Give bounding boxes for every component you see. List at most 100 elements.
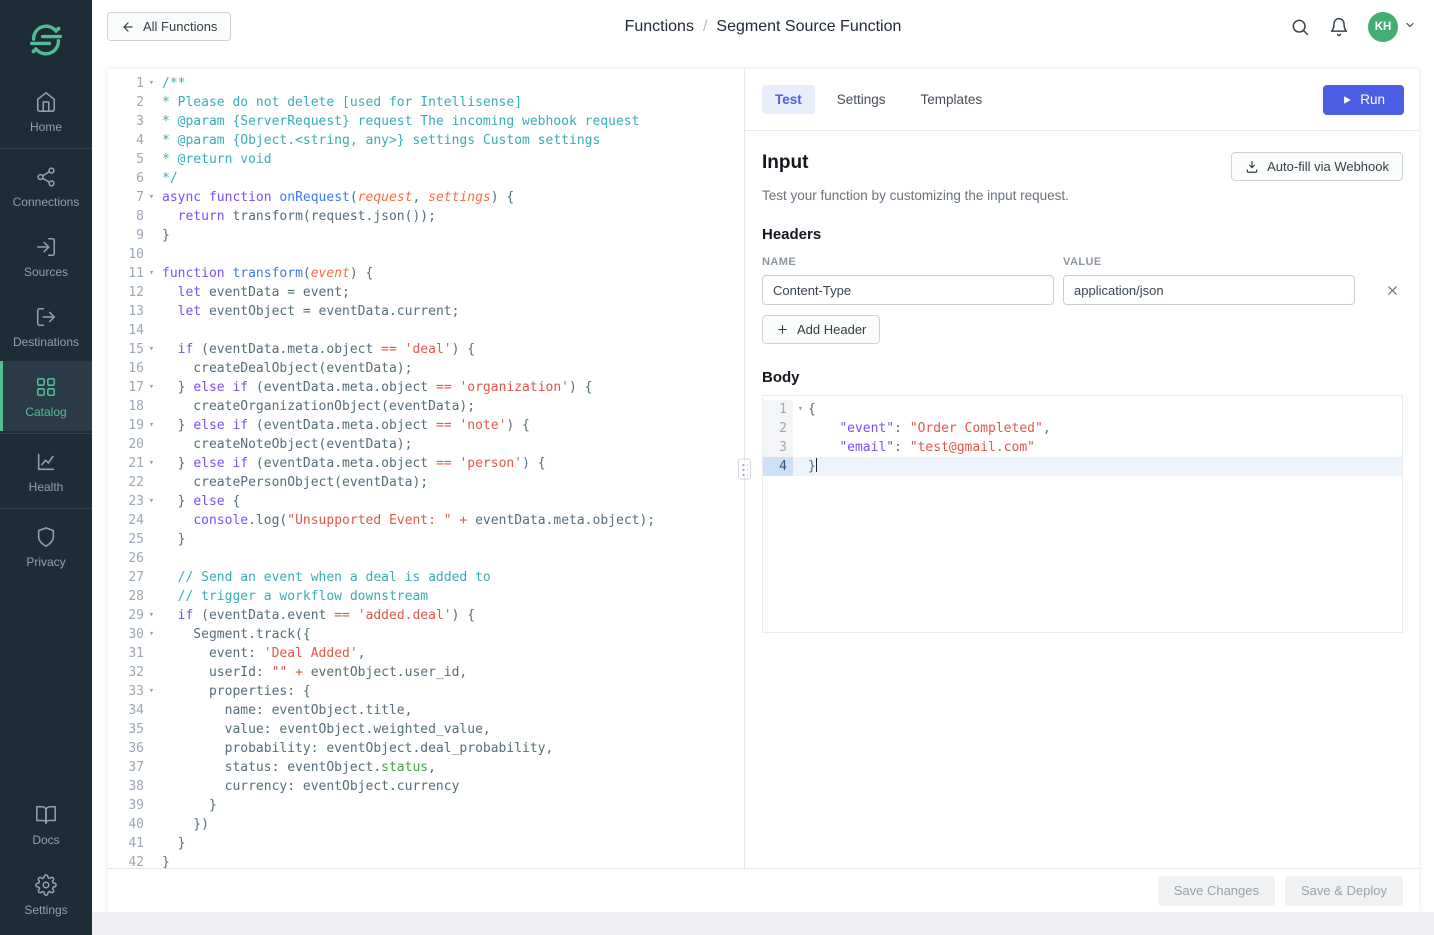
- code-line[interactable]: 38 currency: eventObject.currency: [108, 777, 744, 796]
- code-text[interactable]: // Send an event when a deal is added to: [159, 568, 491, 587]
- code-line[interactable]: 32 userId: "" + eventObject.user_id,: [108, 663, 744, 682]
- code-text[interactable]: "email": "test@gmail.com": [808, 438, 1035, 457]
- body-editor[interactable]: 1▾{2 "event": "Order Completed",3 "email…: [762, 395, 1403, 633]
- code-text[interactable]: }: [159, 796, 217, 815]
- all-functions-button[interactable]: All Functions: [107, 12, 231, 41]
- line-number[interactable]: 31: [108, 644, 144, 663]
- code-text[interactable]: * @param {Object.<string, any>} settings…: [159, 131, 600, 150]
- code-text[interactable]: }: [159, 530, 185, 549]
- code-line[interactable]: 41 }: [108, 834, 744, 853]
- line-number[interactable]: 38: [108, 777, 144, 796]
- code-text[interactable]: createOrganizationObject(eventData);: [159, 397, 475, 416]
- line-number[interactable]: 24: [108, 511, 144, 530]
- fold-toggle-icon[interactable]: ▾: [793, 400, 808, 419]
- line-number[interactable]: 39: [108, 796, 144, 815]
- line-number[interactable]: 16: [108, 359, 144, 378]
- code-line[interactable]: 28 // trigger a workflow downstream: [108, 587, 744, 606]
- code-text[interactable]: probability: eventObject.deal_probabilit…: [159, 739, 553, 758]
- code-line[interactable]: 35 value: eventObject.weighted_value,: [108, 720, 744, 739]
- tab-templates[interactable]: Templates: [908, 85, 996, 114]
- sidebar-item-destinations[interactable]: Destinations: [0, 291, 92, 361]
- code-line[interactable]: 19▾ } else if (eventData.meta.object == …: [108, 416, 744, 435]
- code-text[interactable]: currency: eventObject.currency: [159, 777, 459, 796]
- line-number[interactable]: 1: [108, 74, 144, 93]
- autofill-webhook-button[interactable]: Auto-fill via Webhook: [1231, 152, 1403, 181]
- fold-toggle-icon[interactable]: ▾: [144, 625, 159, 644]
- search-button[interactable]: [1290, 17, 1310, 37]
- line-number[interactable]: 18: [108, 397, 144, 416]
- code-line[interactable]: 4 * @param {Object.<string, any>} setting…: [108, 131, 744, 150]
- line-number[interactable]: 32: [108, 663, 144, 682]
- code-text[interactable]: /**: [159, 74, 185, 93]
- code-line[interactable]: 40 }): [108, 815, 744, 834]
- line-number[interactable]: 26: [108, 549, 144, 568]
- code-text[interactable]: } else if (eventData.meta.object == 'org…: [159, 378, 593, 397]
- account-menu[interactable]: KH: [1368, 12, 1416, 42]
- code-text[interactable]: return transform(request.json());: [159, 207, 436, 226]
- save-changes-button[interactable]: Save Changes: [1158, 876, 1275, 906]
- code-text[interactable]: {: [808, 400, 816, 419]
- code-line[interactable]: 33▾ properties: {: [108, 682, 744, 701]
- code-line[interactable]: 13 let eventObject = eventData.current;: [108, 302, 744, 321]
- segment-logo[interactable]: [0, 0, 92, 76]
- code-line[interactable]: 31 event: 'Deal Added',: [108, 644, 744, 663]
- line-number[interactable]: 27: [108, 568, 144, 587]
- code-line[interactable]: 17▾ } else if (eventData.meta.object == …: [108, 378, 744, 397]
- line-number[interactable]: 33: [108, 682, 144, 701]
- line-number[interactable]: 10: [108, 245, 144, 264]
- code-line[interactable]: 34 name: eventObject.title,: [108, 701, 744, 720]
- fold-toggle-icon[interactable]: ▾: [144, 74, 159, 93]
- fold-toggle-icon[interactable]: ▾: [144, 188, 159, 207]
- sidebar-item-home[interactable]: Home: [0, 76, 92, 146]
- fold-toggle-icon[interactable]: ▾: [144, 264, 159, 283]
- code-text[interactable]: function transform(event) {: [159, 264, 373, 283]
- code-text[interactable]: let eventObject = eventData.current;: [159, 302, 459, 321]
- code-line[interactable]: 18 createOrganizationObject(eventData);: [108, 397, 744, 416]
- sidebar-item-connections[interactable]: Connections: [0, 151, 92, 221]
- code-text[interactable]: createPersonObject(eventData);: [159, 473, 428, 492]
- code-line[interactable]: 30▾ Segment.track({: [108, 625, 744, 644]
- sidebar-item-settings[interactable]: Settings: [0, 859, 92, 929]
- line-number[interactable]: 3: [763, 438, 793, 457]
- code-text[interactable]: [159, 549, 162, 568]
- code-line[interactable]: 4}: [763, 457, 1402, 476]
- sidebar-item-privacy[interactable]: Privacy: [0, 511, 92, 581]
- code-text[interactable]: [159, 245, 162, 264]
- code-text[interactable]: createNoteObject(eventData);: [159, 435, 412, 454]
- code-line[interactable]: 22 createPersonObject(eventData);: [108, 473, 744, 492]
- line-number[interactable]: 15: [108, 340, 144, 359]
- code-line[interactable]: 29▾ if (eventData.event == 'added.deal')…: [108, 606, 744, 625]
- avatar[interactable]: KH: [1368, 12, 1398, 42]
- line-number[interactable]: 29: [108, 606, 144, 625]
- line-number[interactable]: 6: [108, 169, 144, 188]
- sidebar-item-docs[interactable]: Docs: [0, 789, 92, 859]
- code-text[interactable]: if (eventData.event == 'added.deal') {: [159, 606, 475, 625]
- line-number[interactable]: 4: [108, 131, 144, 150]
- tab-settings[interactable]: Settings: [824, 85, 899, 114]
- breadcrumb-parent[interactable]: Functions: [625, 18, 694, 35]
- code-line[interactable]: 14: [108, 321, 744, 340]
- code-line[interactable]: 21▾ } else if (eventData.meta.object == …: [108, 454, 744, 473]
- code-text[interactable]: createDealObject(eventData);: [159, 359, 412, 378]
- code-text[interactable]: } else if (eventData.meta.object == 'per…: [159, 454, 546, 473]
- line-number[interactable]: 1: [763, 400, 793, 419]
- code-line[interactable]: 11▾function transform(event) {: [108, 264, 744, 283]
- code-text[interactable]: } else if (eventData.meta.object == 'not…: [159, 416, 530, 435]
- code-line[interactable]: 1▾/**: [108, 74, 744, 93]
- code-line[interactable]: 20 createNoteObject(eventData);: [108, 435, 744, 454]
- tab-test[interactable]: Test: [762, 85, 815, 114]
- line-number[interactable]: 22: [108, 473, 144, 492]
- fold-toggle-icon[interactable]: ▾: [144, 454, 159, 473]
- code-line[interactable]: 42}: [108, 853, 744, 868]
- code-text[interactable]: value: eventObject.weighted_value,: [159, 720, 491, 739]
- line-number[interactable]: 9: [108, 226, 144, 245]
- line-number[interactable]: 23: [108, 492, 144, 511]
- code-line[interactable]: 6*/: [108, 169, 744, 188]
- code-line[interactable]: 37 status: eventObject.status,: [108, 758, 744, 777]
- notifications-button[interactable]: [1329, 17, 1349, 37]
- line-number[interactable]: 36: [108, 739, 144, 758]
- line-number[interactable]: 4: [763, 457, 793, 476]
- code-line[interactable]: 16 createDealObject(eventData);: [108, 359, 744, 378]
- run-button[interactable]: Run: [1323, 85, 1404, 115]
- code-text[interactable]: console.log("Unsupported Event: " + even…: [159, 511, 655, 530]
